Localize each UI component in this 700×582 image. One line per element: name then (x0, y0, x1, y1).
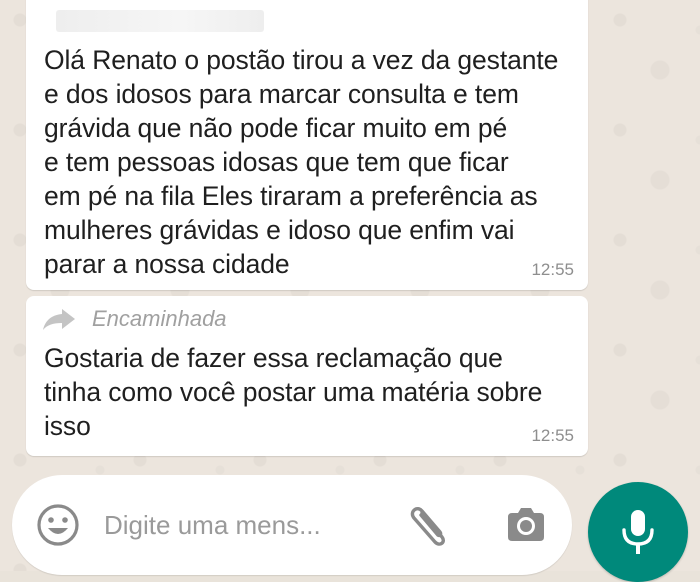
paperclip-icon[interactable] (404, 501, 456, 554)
microphone-icon (622, 510, 654, 554)
forward-arrow-icon (43, 309, 75, 330)
camera-icon[interactable] (502, 501, 550, 554)
message-composer (12, 475, 572, 575)
emoji-icon[interactable] (34, 501, 82, 554)
forwarded-indicator: Encaminhada (42, 304, 227, 334)
message-text: Gostaria de fazer essa reclamação que ti… (44, 343, 543, 441)
message-time: 12:55 (531, 260, 574, 279)
message-input[interactable] (104, 505, 374, 545)
voice-record-button[interactable] (588, 482, 688, 582)
message-time: 12:55 (531, 426, 574, 445)
message-bubble-forwarded[interactable]: Encaminhada Gostaria de fazer essa recla… (26, 296, 588, 456)
message-bubble[interactable]: Olá Renato o postão tirou a vez da gesta… (26, 0, 588, 290)
sender-name-redacted (56, 10, 264, 32)
forwarded-label: Encaminhada (92, 306, 227, 331)
message-text: Olá Renato o postão tirou a vez da gesta… (44, 45, 559, 279)
